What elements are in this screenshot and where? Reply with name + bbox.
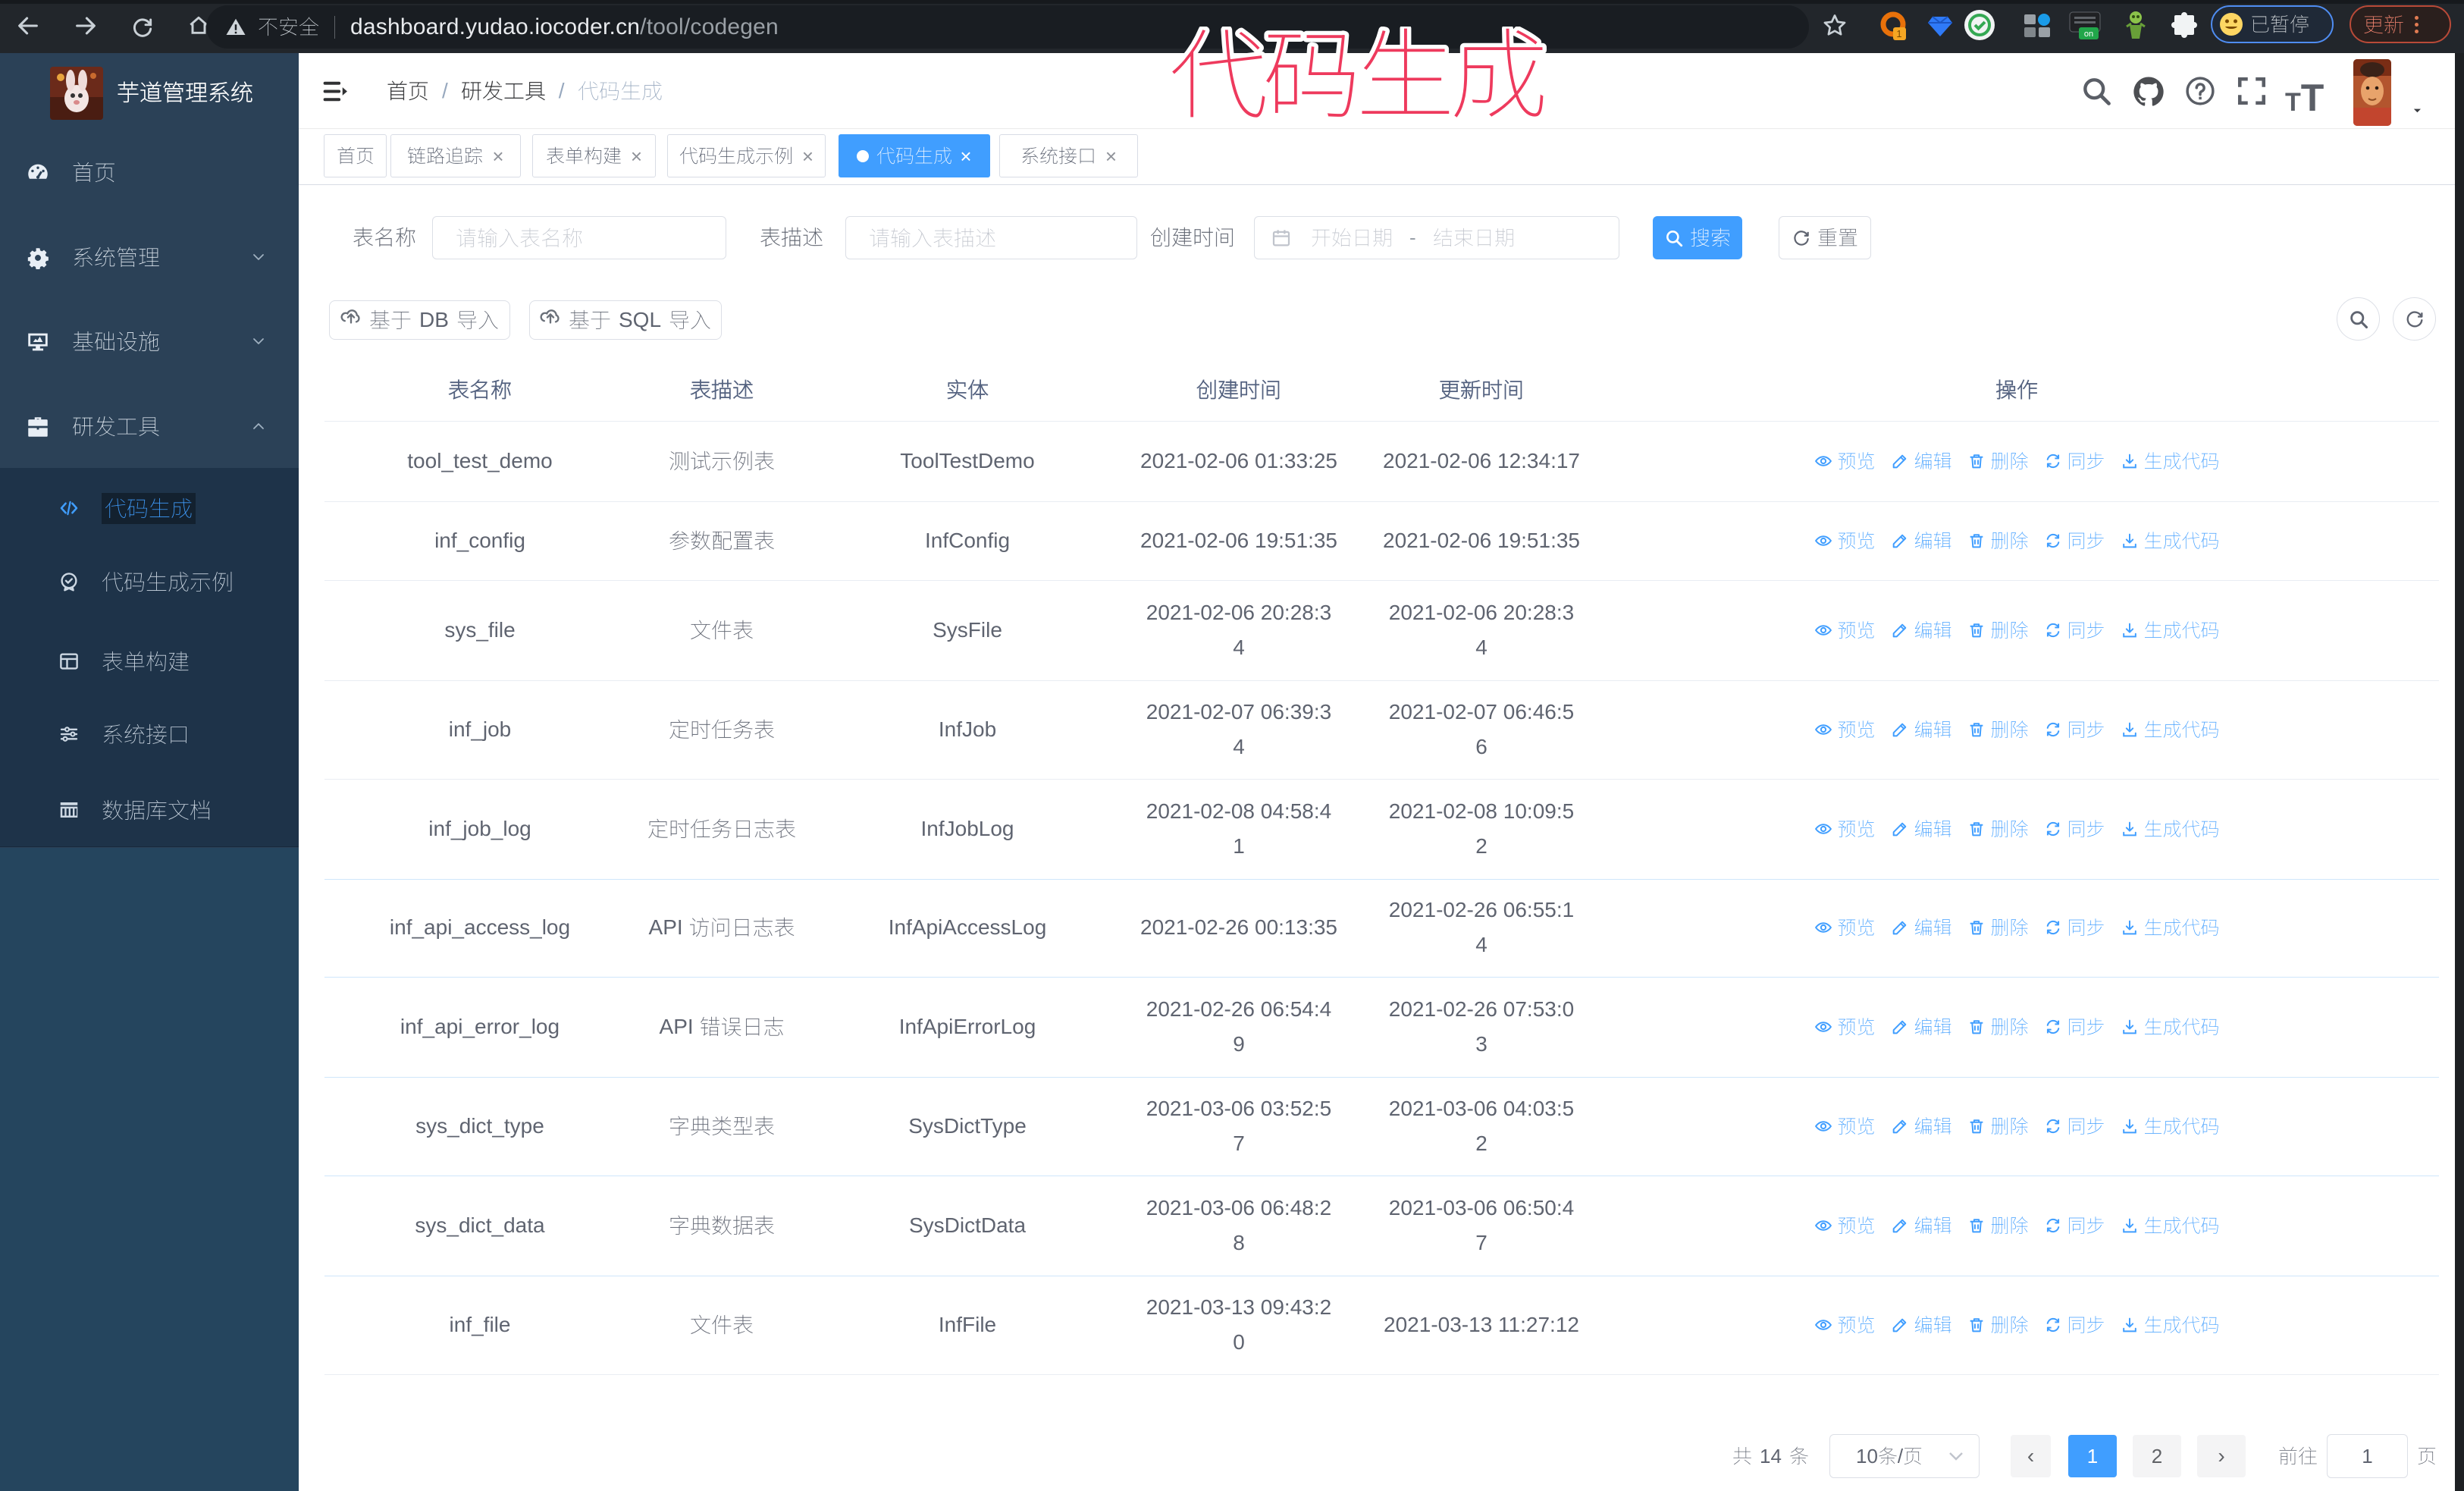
svg-text:on: on [2084, 30, 2093, 39]
svg-text:1: 1 [1896, 28, 1901, 39]
